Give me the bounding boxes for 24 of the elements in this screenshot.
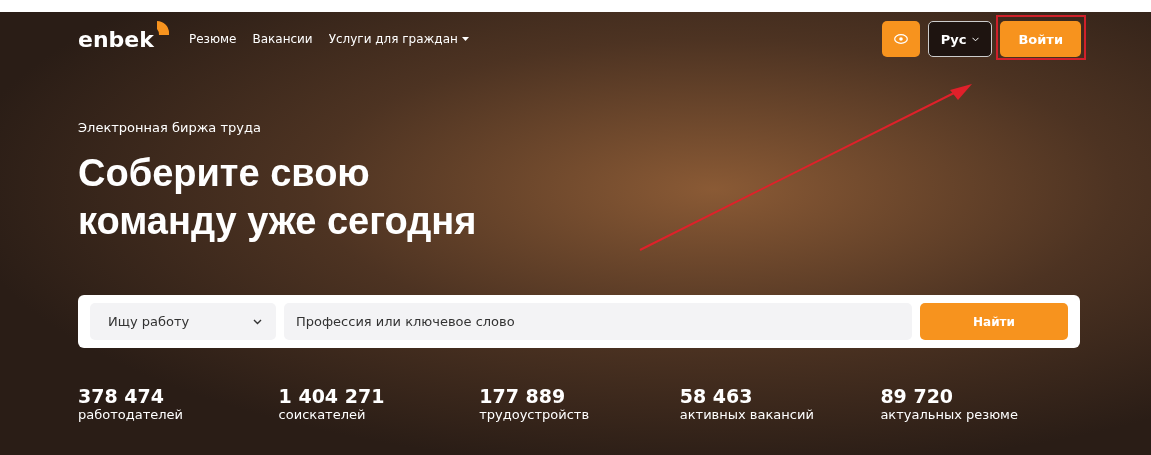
eye-icon — [893, 34, 908, 44]
stat-value: 177 889 — [479, 386, 567, 406]
chevron-down-icon — [972, 36, 980, 42]
stat-label: актуальных резюме — [880, 406, 1019, 424]
stat-label: трудоустройств — [479, 406, 591, 424]
stat-label: активных вакансий — [679, 406, 815, 424]
stat-label: соискателей — [278, 406, 367, 424]
hero-subtitle: Электронная биржа труда — [78, 120, 262, 135]
stat-value: 378 474 — [78, 386, 165, 406]
nav-link[interactable]: Вакансии — [252, 32, 313, 46]
logo-icon — [154, 20, 169, 35]
stat-label: работодателей — [78, 406, 184, 424]
stat-value: 58 463 — [679, 386, 754, 406]
nav-link[interactable]: Услуги для граждан — [328, 32, 469, 46]
stat-value: 89 720 — [880, 386, 955, 406]
chevron-down-icon — [253, 318, 262, 325]
language-select[interactable]: Рус — [927, 21, 993, 57]
logo-text: enbek — [78, 26, 154, 52]
visibility-button[interactable] — [881, 21, 920, 57]
stat-value: 1 404 271 — [278, 386, 386, 406]
search-field[interactable]: Профессия или ключевое слово — [284, 303, 912, 340]
nav-link[interactable]: Резюме — [188, 32, 237, 46]
category-dropdown[interactable]: Ищу работу — [90, 303, 276, 340]
hero-title: Соберите свою команду уже сегодня — [78, 151, 477, 244]
